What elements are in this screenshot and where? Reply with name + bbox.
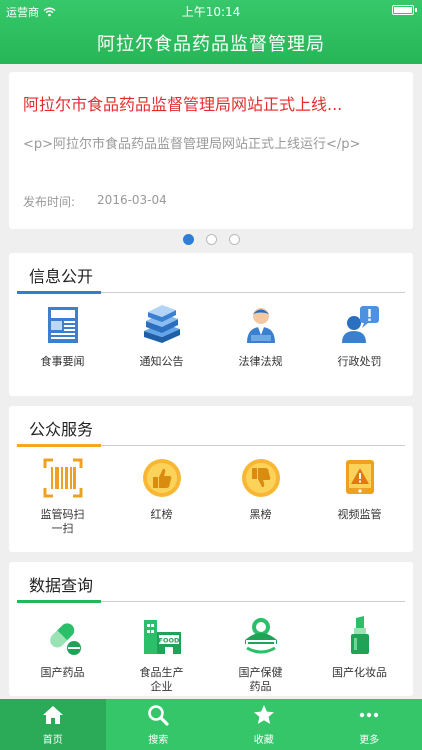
svg-text:FOOD: FOOD <box>158 637 179 645</box>
thumbs-down-icon <box>241 459 280 497</box>
thumbs-up-icon <box>142 459 181 497</box>
grid-item-red-list[interactable]: 红榜 <box>117 456 207 536</box>
grid-item-food-producers[interactable]: FOOD 食品生产企业 <box>117 614 207 694</box>
video-alert-icon <box>345 460 374 494</box>
grid-item-label: 视频监管 <box>337 508 382 521</box>
page-title: 阿拉尔食品药品监督管理局 <box>97 34 325 55</box>
grid-item-label: 国产药品 <box>40 666 85 679</box>
grid-item-label: 食品生产企业 <box>139 666 184 693</box>
section-title: 数据查询 <box>29 576 94 595</box>
data-section: 数据查询 国产药品 FOOD 食品生产企业 国产保健药品 国产化妆品 <box>9 562 413 696</box>
tab-bar: 首页 搜索 收藏 更多 <box>0 699 422 750</box>
grid-item-cosmetics[interactable]: 国产化妆品 <box>315 614 405 694</box>
section-title: 公众服务 <box>29 420 94 439</box>
page-indicator[interactable] <box>0 234 422 245</box>
search-icon <box>148 704 169 726</box>
home-icon <box>42 705 63 724</box>
tab-more[interactable]: 更多 <box>317 699 422 750</box>
grid-item-label: 红榜 <box>150 508 173 521</box>
service-section: 公众服务 监管码扫一扫 红榜 黑榜 视频监管 <box>9 406 413 552</box>
grid-item-health-products[interactable]: 国产保健药品 <box>216 614 306 694</box>
lipstick-icon <box>350 616 369 654</box>
grid-item-label: 监管码扫一扫 <box>40 508 85 535</box>
books-icon <box>143 305 180 343</box>
grid-item-label: 行政处罚 <box>337 355 382 368</box>
official-person-icon <box>246 308 275 343</box>
section-underline <box>17 291 101 294</box>
grid-item-law[interactable]: 法律法规 <box>216 303 306 369</box>
grid-item-label: 法律法规 <box>238 355 283 368</box>
info-section: 信息公开 食事要闻 通知公告 法律法规 行政处罚 <box>9 253 413 396</box>
status-time: 上午10:14 <box>181 5 241 19</box>
health-food-seal-icon <box>244 618 277 654</box>
news-date-label: 发布时间: <box>23 195 76 209</box>
alert-person-icon <box>341 306 379 343</box>
tab-label: 首页 <box>42 734 63 746</box>
news-date: 2016-03-04 <box>97 193 167 207</box>
news-banner[interactable]: 阿拉尔市食品药品监督管理局网站正式上线... <p>阿拉尔市食品药品监督管理局网… <box>9 72 413 229</box>
tab-search[interactable]: 搜索 <box>106 699 212 750</box>
page-dot-3[interactable] <box>228 234 240 245</box>
section-header: 数据查询 <box>17 562 405 603</box>
grid-item-news[interactable]: 食事要闻 <box>18 303 108 369</box>
grid-item-penalty[interactable]: 行政处罚 <box>315 303 405 369</box>
app-header: 运营商 上午10:14 阿拉尔食品药品监督管理局 <box>0 0 422 64</box>
section-underline <box>17 600 101 603</box>
news-title[interactable]: 阿拉尔市食品药品监督管理局网站正式上线... <box>23 91 399 115</box>
capsule-icon <box>49 623 81 655</box>
tab-label: 收藏 <box>253 734 274 746</box>
grid-item-label: 国产保健药品 <box>238 666 283 693</box>
grid-item-black-list[interactable]: 黑榜 <box>216 456 306 536</box>
tab-label: 更多 <box>359 734 380 746</box>
grid-item-label: 黑榜 <box>249 508 272 521</box>
page-dot-2[interactable] <box>205 234 217 245</box>
food-factory-icon: FOOD <box>143 620 181 654</box>
section-underline <box>17 444 101 447</box>
tab-label: 搜索 <box>148 734 169 746</box>
barcode-icon <box>43 458 82 498</box>
grid-item-scan[interactable]: 监管码扫一扫 <box>18 456 108 536</box>
grid-item-video[interactable]: 视频监管 <box>315 456 405 536</box>
grid-item-label: 食事要闻 <box>40 355 85 368</box>
grid-item-label: 通知公告 <box>139 355 184 368</box>
tab-favorites[interactable]: 收藏 <box>211 699 317 750</box>
status-bar: 运营商 上午10:14 <box>0 0 422 20</box>
section-header: 公众服务 <box>17 406 405 447</box>
battery-icon <box>392 5 417 15</box>
page-dot-1[interactable] <box>182 234 194 245</box>
more-icon <box>360 712 379 717</box>
section-title: 信息公开 <box>29 267 94 286</box>
grid-item-notice[interactable]: 通知公告 <box>117 303 207 369</box>
tab-home[interactable]: 首页 <box>0 699 106 750</box>
news-date-row: 发布时间: 2016-03-04 <box>23 193 399 210</box>
newspaper-icon <box>47 307 78 343</box>
grid-item-label: 国产化妆品 <box>332 666 387 679</box>
section-header: 信息公开 <box>17 253 405 294</box>
grid-item-domestic-drugs[interactable]: 国产药品 <box>18 614 108 694</box>
news-summary: <p>阿拉尔市食品药品监督管理局网站正式上线运行</p> <box>23 137 361 152</box>
star-icon <box>253 704 274 724</box>
